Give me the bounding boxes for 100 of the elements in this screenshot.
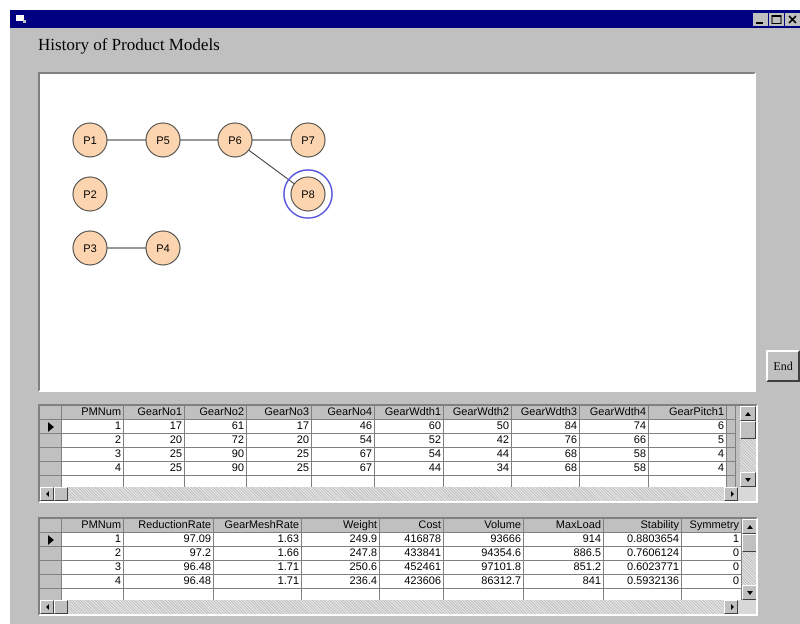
app-icon [16,15,26,23]
column-header[interactable]: GearNo2 [185,406,247,420]
table-cell [380,589,444,600]
table-cell: 0 [682,547,742,561]
column-header[interactable]: GearWdth2 [444,406,512,420]
model-node[interactable] [290,122,326,158]
column-header[interactable]: GearWdth1 [375,406,444,420]
horizontal-scrollbar[interactable] [40,600,756,614]
table-cell: 0.6023771 [604,561,682,575]
column-header[interactable]: GearNo4 [312,406,375,420]
model-node[interactable] [146,230,180,266]
table-cell: 433841 [380,547,444,561]
table-cell: 25 [124,448,185,462]
table-cell [312,476,375,487]
table-cell: 0.5932136 [604,575,682,589]
model-node[interactable] [290,176,326,212]
table-cell: 90 [185,448,247,462]
table-cell [727,448,736,462]
current-row-icon [48,534,54,544]
scroll-left-icon[interactable] [40,487,54,501]
column-header[interactable]: Weight [302,519,380,533]
table-cell: 4 [649,448,727,462]
table-cell: 97.2 [124,547,214,561]
table-cell: 72 [185,434,247,448]
scroll-right-icon[interactable] [724,487,738,501]
model-node[interactable] [72,122,108,158]
node-label: P7 [301,135,315,147]
horizontal-scrollbar[interactable] [40,487,756,501]
table-cell: 96.48 [124,575,214,589]
column-header[interactable]: ReductionRate [124,519,214,533]
scroll-down-icon[interactable] [740,472,756,487]
table-cell: 2 [62,434,124,448]
table-cell: 58 [580,448,649,462]
scroll-down-icon[interactable] [742,585,756,600]
table-cell: 17 [247,420,312,434]
table-cell: 17 [124,420,185,434]
table-cell [580,476,649,487]
table-cell: 20 [247,434,312,448]
table-cell: 74 [580,420,649,434]
model-node[interactable] [72,176,108,212]
node-label: P1 [83,135,97,147]
table-cell [682,589,742,600]
table-cell: 68 [512,448,580,462]
table-cell: 1.63 [214,533,302,547]
column-header[interactable]: GearWdth4 [580,406,649,420]
column-header[interactable]: GearMeshRate [214,519,302,533]
scroll-thumb[interactable] [54,600,68,614]
node-label: P8 [301,189,315,201]
scroll-thumb[interactable] [740,421,756,439]
vertical-scrollbar[interactable] [740,406,756,487]
model-node[interactable] [146,122,180,158]
end-button[interactable]: End [766,350,800,382]
table-cell: 3 [62,561,124,575]
table-cell: 2 [62,547,124,561]
column-header[interactable]: Cost [380,519,444,533]
table-cell [62,476,124,487]
column-header[interactable]: GearPitch1 [649,406,727,420]
table-cell: 0.8803654 [604,533,682,547]
scroll-thumb[interactable] [54,487,68,501]
row-selector[interactable] [40,533,62,547]
close-icon[interactable] [785,12,800,26]
current-row-icon [48,422,54,432]
table-cell: 236.4 [302,575,380,589]
table-cell: 247.8 [302,547,380,561]
table-cell: 25 [124,462,185,476]
model-node[interactable] [218,122,252,158]
table-cell: 97101.8 [444,561,524,575]
table-cell: 25 [247,462,312,476]
column-header[interactable]: MaxLoad [524,519,604,533]
table-cell: 50 [444,420,512,434]
column-header[interactable]: GearWdth3 [512,406,580,420]
scroll-thumb[interactable] [742,534,756,552]
table-cell: 1 [682,533,742,547]
table-cell: 423606 [380,575,444,589]
window-title: History of Product Models [38,35,221,56]
node-label: P4 [156,243,170,255]
vertical-scrollbar[interactable] [742,519,756,600]
column-header[interactable]: GearNo1 [124,406,185,420]
scroll-up-icon[interactable] [740,406,756,421]
table-cell [727,462,736,476]
column-header[interactable]: Symmetry [682,519,742,533]
maximize-icon[interactable] [769,12,784,26]
node-label: P3 [83,243,97,255]
table-cell: 914 [524,533,604,547]
table-cell [375,476,444,487]
column-header[interactable]: PMNum [62,519,124,533]
table-cell: 4 [62,575,124,589]
scroll-up-icon[interactable] [742,519,756,534]
row-selector[interactable] [40,420,62,434]
table-cell: 44 [375,462,444,476]
column-header[interactable]: Stability [604,519,682,533]
column-header[interactable]: PMNum [62,406,124,420]
table-cell: 0.7606124 [604,547,682,561]
column-header[interactable]: GearNo3 [247,406,312,420]
model-node[interactable] [72,230,108,266]
minimize-icon[interactable] [753,12,768,26]
scroll-right-icon[interactable] [724,600,738,614]
column-header[interactable]: Volume [444,519,524,533]
table-cell [124,476,185,487]
scroll-left-icon[interactable] [40,600,54,614]
